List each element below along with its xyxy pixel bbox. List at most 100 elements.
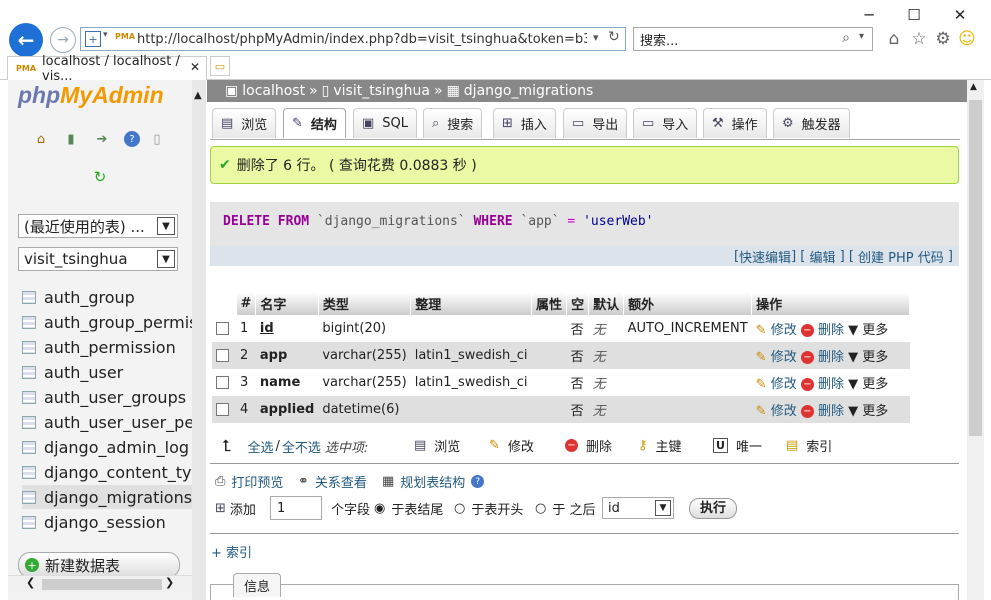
edit-action[interactable]: 修改 — [771, 404, 797, 419]
back-button[interactable]: ← — [9, 23, 43, 57]
scroll-left-icon[interactable]: ❮ — [26, 576, 35, 589]
gear-icon[interactable]: ⚙ — [932, 28, 954, 50]
more-action[interactable]: 更多 — [862, 350, 888, 365]
close-window-button[interactable]: ✕ — [937, 0, 983, 30]
scroll-thumb[interactable] — [969, 100, 982, 436]
row-checkbox[interactable] — [216, 376, 229, 389]
radio-after[interactable]: ○ 于 之后 — [535, 499, 595, 518]
sidebar-table-item[interactable]: django_content_typ — [22, 460, 192, 484]
forward-button[interactable]: → — [50, 27, 76, 53]
radio-at-end[interactable]: ◉ 于表结尾 — [374, 499, 443, 518]
sidebar-table-item[interactable]: auth_user_groups — [22, 385, 192, 409]
field-null: 否 — [566, 396, 589, 423]
sidebar-table-item[interactable]: auth_group — [22, 285, 192, 309]
tab-import[interactable]: ▭ 导入 — [633, 108, 698, 138]
maximize-button[interactable]: ☐ — [891, 0, 937, 30]
plus-icon: + — [25, 558, 39, 572]
bulk-primary-button[interactable]: ⚷ 主键 — [638, 436, 682, 455]
tab-triggers[interactable]: ⚙ 触发器 — [773, 108, 850, 138]
browser-tab[interactable]: PMA localhost / localhost / vis... ✕ — [7, 54, 207, 84]
delete-action[interactable]: 删除 — [818, 323, 844, 338]
relation-view-link[interactable]: ⚭ 关系查看 — [298, 472, 367, 491]
scroll-right-icon[interactable]: ❯ — [165, 576, 174, 589]
recent-tables-select[interactable]: (最近使用的表) ... ▼ — [18, 214, 178, 238]
search-dropdown-icon[interactable]: ▾ — [593, 31, 599, 44]
favorites-star-icon[interactable]: ☆ — [908, 28, 930, 50]
minimize-button[interactable]: ─ — [846, 0, 892, 30]
dropdown-icon[interactable]: ▾ — [103, 30, 108, 40]
chevron-down-icon[interactable]: ▾ — [859, 31, 864, 42]
search-input[interactable]: 搜索... ⌕ ▾ — [633, 27, 873, 51]
row-checkbox[interactable] — [216, 403, 229, 416]
tab-insert[interactable]: ⊞ 插入 — [493, 108, 556, 138]
info-section-tab[interactable]: 信息 — [233, 573, 281, 597]
edit-action[interactable]: 修改 — [771, 350, 797, 365]
add-field-count-input[interactable]: 1 — [270, 496, 322, 520]
breadcrumb-table[interactable]: django_migrations — [464, 83, 594, 99]
indexes-toggle-link[interactable]: + 索引 — [211, 542, 252, 561]
propose-structure-link[interactable]: ▦ 规划表结构? — [382, 472, 485, 491]
more-action[interactable]: 更多 — [862, 404, 888, 419]
row-checkbox[interactable] — [216, 322, 229, 335]
new-tab-button[interactable]: ▭ — [210, 56, 230, 76]
address-bar[interactable]: + ▾ PMA http://localhost/phpMyAdmin/inde… — [80, 27, 626, 51]
tab-export[interactable]: ▭ 导出 — [563, 108, 628, 138]
more-action[interactable]: 更多 — [862, 323, 888, 338]
bulk-edit-button[interactable]: ✎ 修改 — [489, 436, 534, 455]
more-action[interactable]: 更多 — [862, 377, 888, 392]
bulk-delete-button[interactable]: − 删除 — [565, 436, 612, 455]
uncheck-all-link[interactable]: 全不选 — [282, 437, 321, 456]
delete-action[interactable]: 删除 — [818, 350, 844, 365]
help-icon[interactable]: ? — [471, 475, 485, 488]
php-code-link[interactable]: 创建 PHP 代码 — [858, 247, 944, 266]
scroll-up-icon[interactable]: ▲ — [970, 82, 977, 92]
sidebar-table-item[interactable]: django_session — [22, 510, 192, 534]
edit-action[interactable]: 修改 — [771, 377, 797, 392]
check-all-link[interactable]: 全选 — [247, 437, 273, 456]
collapse-icon[interactable]: ▲ — [194, 90, 202, 101]
sidebar-table-item[interactable]: auth_user_user_per — [22, 410, 192, 434]
sidebar-table-item[interactable]: django_admin_log — [22, 435, 192, 459]
tab-search[interactable]: ⌕ 搜索 — [423, 108, 483, 138]
bulk-browse-button[interactable]: ▤ 浏览 — [414, 436, 460, 455]
after-field-select[interactable]: id ▼ — [602, 497, 674, 519]
sidebar-horizontal-scrollbar[interactable]: ❮ ❯ — [8, 575, 192, 592]
bulk-index-button[interactable]: ▤ 索引 — [786, 436, 832, 455]
logout-icon[interactable]: ▮ — [63, 131, 79, 147]
scroll-thumb[interactable] — [42, 579, 162, 590]
database-select[interactable]: visit_tsinghua ▼ — [18, 247, 178, 271]
go-button[interactable]: 执行 — [689, 497, 738, 519]
delete-action[interactable]: 删除 — [818, 377, 844, 392]
delete-action[interactable]: 删除 — [818, 404, 844, 419]
print-preview-link[interactable]: ⎙ 打印预览 — [215, 472, 283, 491]
docs-icon[interactable]: ▯ — [149, 131, 165, 147]
close-tab-icon[interactable]: ✕ — [190, 60, 200, 74]
sidebar-table-item[interactable]: auth_permission — [22, 335, 192, 359]
sidebar-table-item[interactable]: auth_group_permis — [22, 310, 192, 334]
phpmyadmin-logo[interactable]: phpMyAdmin — [18, 82, 164, 109]
search-icon[interactable]: ⌕ — [842, 30, 850, 46]
smiley-feedback-icon[interactable]: ☺ — [956, 28, 978, 50]
breadcrumb-database[interactable]: visit_tsinghua — [333, 83, 430, 99]
edit-link[interactable]: 编辑 — [809, 247, 835, 266]
tab-browse[interactable]: ▤ 浏览 — [212, 108, 277, 138]
tab-structure[interactable]: ✎ 结构 — [283, 108, 346, 138]
radio-at-beginning[interactable]: ○ 于表开头 — [454, 499, 523, 518]
sidebar-table-item-selected[interactable]: django_migrations — [22, 485, 192, 509]
help-icon[interactable]: ? — [124, 131, 140, 147]
field-name: name — [259, 375, 301, 390]
reload-icon[interactable]: ↻ — [92, 168, 108, 186]
row-checkbox[interactable] — [216, 349, 229, 362]
home-icon[interactable]: ⌂ — [883, 28, 905, 50]
bulk-unique-button[interactable]: U 唯一 — [713, 436, 762, 455]
breadcrumb-server[interactable]: localhost — [242, 83, 305, 99]
query-window-icon[interactable]: ➔ — [94, 131, 110, 147]
tab-sql[interactable]: ▣ SQL — [353, 108, 418, 138]
refresh-icon[interactable]: ↻ — [608, 29, 620, 45]
panel-splitter[interactable]: ▲ — [192, 80, 206, 600]
sidebar-table-item[interactable]: auth_user — [22, 360, 192, 384]
quick-edit-link[interactable]: 快速编辑 — [739, 247, 791, 266]
home-icon[interactable]: ⌂ — [33, 131, 49, 147]
tab-operations[interactable]: ⚒ 操作 — [703, 108, 767, 138]
edit-action[interactable]: 修改 — [771, 323, 797, 338]
